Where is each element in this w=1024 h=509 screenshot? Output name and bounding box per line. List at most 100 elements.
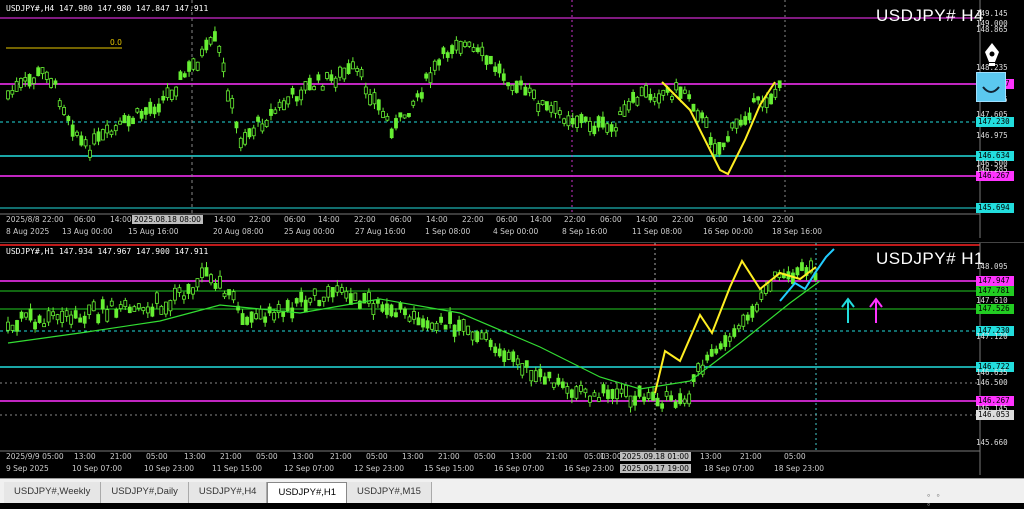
h4-candle	[14, 77, 19, 92]
h4-candle	[751, 92, 756, 104]
h4-date-label: 8 Aug 2025	[6, 227, 50, 236]
h1-candle	[222, 290, 227, 300]
h4-candle	[359, 66, 364, 81]
h1-candle	[601, 382, 606, 397]
h1-time-label: 13:00	[292, 452, 314, 461]
h1-time-label: 05:00	[784, 452, 806, 461]
h4-candle	[83, 136, 88, 149]
h4-ohlc-info: USDJPY#,H4 147.980 147.980 147.847 147.9…	[6, 4, 209, 13]
h4-time-label: 06:00	[706, 215, 728, 224]
h4-candle	[96, 127, 101, 146]
h1-candle	[520, 362, 525, 379]
h1-candle	[457, 315, 462, 336]
h1-candle	[263, 312, 268, 327]
h1-candle	[466, 325, 471, 336]
h1-candle	[642, 393, 646, 405]
h4-candle	[605, 122, 610, 136]
smile-face-icon[interactable]	[976, 72, 1006, 102]
h1-candle	[732, 324, 737, 339]
h4-candle	[221, 57, 226, 78]
h4-candle	[648, 88, 653, 103]
h1-date-label: 2025.09.17 19:00	[620, 464, 691, 473]
h4-candle	[721, 142, 726, 151]
h4-candle	[415, 90, 420, 102]
h4-time-label: 22:00	[772, 215, 794, 224]
h4-candle	[27, 73, 32, 89]
h4-candle	[657, 89, 661, 109]
h1-candle	[159, 304, 164, 315]
h1-candle	[750, 303, 755, 322]
tab-usdjpy-daily[interactable]: USDJPY#,Daily	[101, 482, 189, 503]
h1-time-label: 21:00	[438, 452, 460, 461]
h1-candle	[745, 312, 750, 325]
h4-candle	[394, 114, 398, 131]
h4-candle	[432, 59, 437, 76]
h4-candle	[463, 40, 467, 49]
h4-candle	[49, 77, 54, 89]
h1-candle	[82, 311, 87, 329]
h4-time-label: 2025/8/8 22:00	[6, 215, 64, 224]
h1-date-label: 9 Sep 2025	[6, 464, 49, 473]
h4-date-label: 18 Sep 16:00	[772, 227, 823, 236]
h4-chart-canvas[interactable]	[0, 0, 1024, 242]
tab-usdjpy-m15[interactable]: USDJPY#,M15	[347, 482, 432, 503]
h4-date-label: 4 Sep 00:00	[493, 227, 539, 236]
h1-candle	[276, 300, 281, 319]
h4-candle	[411, 99, 416, 109]
resize-grip-icon[interactable]: ∘ ∘ ∘	[926, 491, 944, 509]
h4-candle	[493, 62, 498, 76]
h4-time-label: 06:00	[284, 215, 306, 224]
h1-candle	[28, 303, 33, 323]
h4-candle	[333, 76, 338, 92]
h4-candle	[264, 118, 269, 128]
h1-time-label: 05:00	[366, 452, 388, 461]
h1-candle	[317, 299, 322, 307]
h1-candle	[69, 310, 74, 329]
h4-price-tick: 146.285	[976, 165, 1008, 174]
h4-candle	[19, 77, 23, 91]
h4-candle	[609, 121, 614, 137]
h1-chart-canvas[interactable]	[0, 243, 1024, 479]
h4-candle	[773, 84, 778, 101]
h1-time-label: 05:00	[256, 452, 278, 461]
h1-candle	[425, 316, 430, 331]
h4-candle	[536, 100, 541, 117]
h4-time-label: 2025.08.18 08:00	[132, 215, 203, 224]
h4-candle	[700, 110, 704, 124]
h1-time-label: 13:00	[510, 452, 532, 461]
h1-candle	[565, 382, 570, 400]
h1-candle	[506, 349, 511, 361]
h4-time-label: 22:00	[672, 215, 694, 224]
cyan-up-arrow-icon[interactable]	[841, 297, 855, 323]
chart-tab-bar: USDJPY#,Weekly USDJPY#,Daily USDJPY#,H4 USD…	[0, 478, 1024, 509]
chart-pane-h4[interactable]: USDJPY#,H4 147.980 147.980 147.847 147.9…	[0, 0, 1024, 242]
h1-candle	[218, 270, 222, 290]
magenta-up-arrow-icon[interactable]	[869, 297, 883, 323]
h4-candle	[329, 69, 334, 84]
h1-candle	[78, 313, 83, 323]
h4-time-label: 06:00	[496, 215, 518, 224]
chart-pane-h1[interactable]: USDJPY#,H1 147.934 147.967 147.900 147.9…	[0, 242, 1024, 479]
h4-candle	[372, 88, 377, 110]
h1-candle	[37, 314, 42, 324]
tab-usdjpy-h1[interactable]: USDJPY#,H1	[267, 482, 348, 503]
tab-usdjpy-weekly[interactable]: USDJPY#,Weekly	[4, 482, 102, 503]
h1-candle	[249, 311, 254, 328]
h1-candle	[709, 344, 714, 358]
h4-candle	[294, 96, 299, 107]
h4-date-label: 16 Sep 00:00	[703, 227, 754, 236]
h1-candle	[348, 287, 353, 305]
h4-candle	[204, 37, 209, 54]
h4-candle	[501, 68, 506, 85]
h4-candle	[152, 104, 157, 119]
tab-usdjpy-h4[interactable]: USDJPY#,H4	[188, 482, 268, 503]
h1-candle	[100, 296, 105, 314]
pen-icon[interactable]	[978, 40, 1006, 68]
h1-candle	[15, 319, 19, 336]
h1-candle	[236, 301, 240, 314]
h4-candle	[191, 57, 196, 72]
h4-candle	[441, 45, 446, 59]
h1-chart-title: USDJPY# H1	[876, 249, 984, 268]
h4-candle	[346, 59, 351, 75]
h4-candle	[135, 107, 140, 114]
